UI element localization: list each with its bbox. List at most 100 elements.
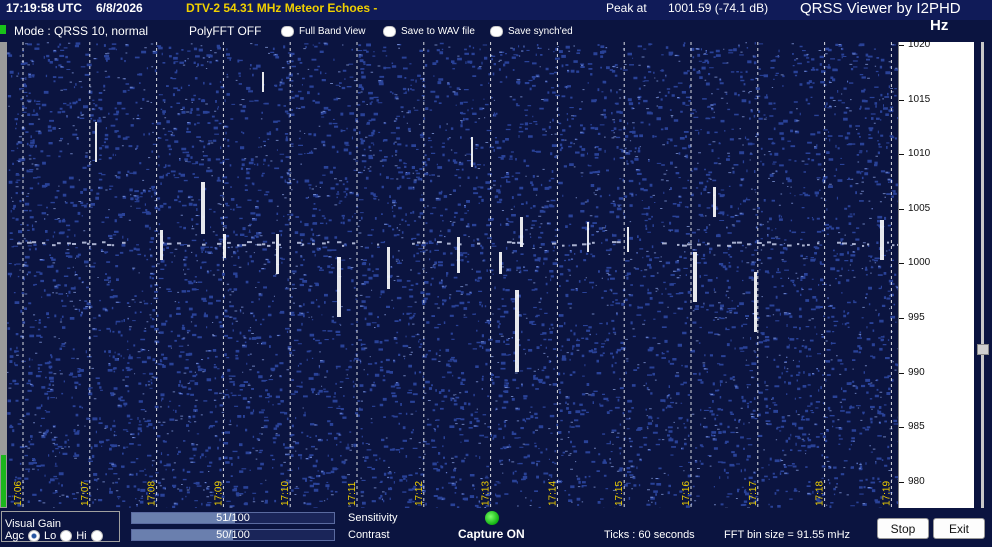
time-tick-label: 17:12 bbox=[414, 481, 425, 506]
carrier-speckle bbox=[862, 244, 865, 247]
carrier-speckle bbox=[302, 243, 305, 246]
time-tick-label: 17:08 bbox=[147, 481, 158, 506]
signal-streak bbox=[520, 217, 523, 247]
freq-tick-label: 1005 bbox=[908, 202, 931, 214]
time-tick-label: 17:09 bbox=[213, 481, 224, 506]
peak-value: 1001.59 (-74.1 dB) bbox=[668, 1, 769, 15]
carrier-speckle bbox=[237, 244, 240, 247]
full-band-view-label: Full Band View bbox=[299, 25, 366, 37]
sensitivity-value: 51/100 bbox=[216, 512, 250, 524]
carrier-speckle bbox=[892, 244, 895, 247]
carrier-speckle bbox=[337, 241, 342, 244]
carrier-speckle bbox=[102, 241, 106, 244]
carrier-speckle bbox=[437, 241, 442, 244]
full-band-view-checkbox[interactable]: Full Band View bbox=[281, 24, 366, 38]
carrier-speckle bbox=[757, 242, 762, 245]
left-scrollbar[interactable] bbox=[0, 42, 7, 508]
save-wav-checkbox[interactable]: Save to WAV file bbox=[383, 24, 475, 38]
carrier-speckle bbox=[342, 244, 345, 247]
freq-tick-mark bbox=[899, 263, 904, 265]
carrier-speckle bbox=[797, 243, 800, 246]
carrier-speckle bbox=[82, 241, 87, 244]
freq-tick-mark bbox=[899, 99, 904, 101]
spectrogram-background bbox=[7, 42, 898, 508]
carrier-speckle bbox=[272, 241, 276, 244]
carrier-speckle bbox=[767, 241, 772, 244]
freq-tick-label: 1000 bbox=[908, 257, 931, 269]
freq-tick-mark bbox=[899, 318, 904, 319]
carrier-speckle bbox=[162, 241, 165, 244]
time-tick-label: 17:14 bbox=[547, 481, 558, 506]
peak-label: Peak at bbox=[606, 1, 647, 15]
carrier-speckle bbox=[377, 243, 380, 246]
carrier-speckle bbox=[842, 242, 847, 245]
signal-streak bbox=[276, 234, 279, 274]
save-synched-checkbox[interactable]: Save synch'ed bbox=[490, 24, 573, 38]
carrier-speckle bbox=[112, 244, 115, 247]
carrier-speckle bbox=[582, 243, 587, 246]
carrier-speckle bbox=[297, 241, 302, 244]
signal-streak bbox=[387, 247, 390, 289]
save-wav-label: Save to WAV file bbox=[401, 25, 475, 37]
carrier-speckle bbox=[867, 243, 870, 246]
contrast-slider[interactable]: 50/100 bbox=[131, 529, 335, 541]
freq-tick-label: 980 bbox=[908, 475, 925, 487]
carrier-speckle bbox=[92, 243, 97, 246]
exit-button[interactable]: Exit bbox=[933, 518, 985, 539]
signal-streak bbox=[471, 137, 473, 167]
carrier-speckle bbox=[242, 244, 247, 247]
time-tick-label: 17:06 bbox=[13, 481, 24, 506]
time-tick-label: 17:10 bbox=[280, 481, 291, 506]
carrier-speckle bbox=[837, 241, 841, 244]
time-tick-label: 17:19 bbox=[881, 481, 892, 506]
carrier-speckle bbox=[697, 243, 701, 246]
time-tick-label: 17:11 bbox=[347, 481, 358, 506]
slider-thumb[interactable] bbox=[977, 344, 989, 355]
carrier-speckle bbox=[32, 241, 37, 244]
hi-radio[interactable] bbox=[90, 530, 103, 542]
carrier-speckle bbox=[322, 242, 326, 245]
lo-radio[interactable] bbox=[60, 530, 73, 542]
carrier-speckle bbox=[707, 242, 710, 245]
carrier-speckle bbox=[517, 241, 521, 244]
ticks-info: Ticks : 60 seconds bbox=[604, 529, 695, 541]
carrier-speckle bbox=[732, 241, 737, 244]
carrier-speckle bbox=[312, 243, 315, 246]
carrier-speckle bbox=[277, 243, 281, 246]
freq-tick-label: 1020 bbox=[908, 39, 931, 50]
signal-streak bbox=[337, 257, 341, 317]
carrier-speckle bbox=[107, 243, 112, 246]
capture-led-icon bbox=[485, 511, 499, 525]
time-tick-label: 17:13 bbox=[481, 481, 492, 506]
stop-button[interactable]: Stop bbox=[877, 518, 929, 539]
carrier-speckle bbox=[477, 242, 481, 245]
carrier-speckle bbox=[807, 243, 810, 246]
mode-text[interactable]: Mode : QRSS 10, normal bbox=[14, 24, 148, 38]
polyfft-text[interactable]: PolyFFT OFF bbox=[189, 24, 261, 38]
carrier-speckle bbox=[787, 244, 792, 247]
signal-streak bbox=[693, 252, 697, 302]
scroll-grip[interactable] bbox=[1, 455, 6, 507]
visual-gain-label: Visual Gain bbox=[5, 518, 62, 530]
checkbox-box[interactable] bbox=[383, 25, 396, 37]
title-bar: 17:19:58 UTC 6/8/2026 DTV-2 54.31 MHz Me… bbox=[0, 0, 992, 20]
checkbox-box[interactable] bbox=[281, 25, 294, 37]
signal-streak bbox=[201, 182, 205, 234]
time-tick-label: 17:18 bbox=[815, 481, 826, 506]
carrier-speckle bbox=[617, 241, 621, 244]
carrier-speckle bbox=[412, 242, 415, 245]
agc-radio[interactable] bbox=[27, 530, 40, 542]
carrier-speckle bbox=[737, 241, 742, 244]
carrier-speckle bbox=[677, 243, 680, 246]
vertical-slider[interactable] bbox=[974, 42, 992, 508]
spectrogram-display[interactable]: 17:06 17:07 17:08 17:09 17:10 17:11 17:12 17:13… bbox=[7, 42, 898, 508]
sensitivity-slider[interactable]: 51/100 bbox=[131, 512, 335, 524]
checkbox-box[interactable] bbox=[490, 25, 503, 37]
signal-streak bbox=[627, 227, 629, 252]
freq-tick-mark bbox=[899, 208, 904, 210]
utc-time: 17:19:58 UTC bbox=[6, 1, 83, 15]
freq-tick-label: 990 bbox=[908, 366, 925, 378]
carrier-speckle bbox=[167, 242, 172, 245]
lo-label: Lo bbox=[43, 530, 57, 542]
time-tick-label: 17:16 bbox=[681, 481, 692, 506]
